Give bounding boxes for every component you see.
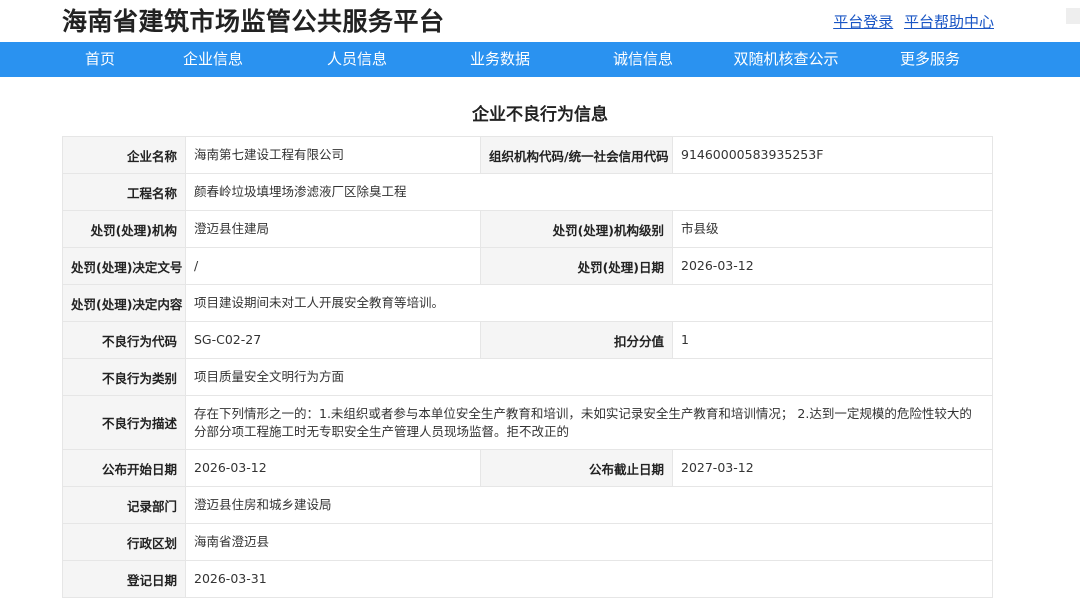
nav-item-random-inspection[interactable]: 双随机核查公示	[733, 42, 838, 77]
site-title: 海南省建筑市场监管公共服务平台	[62, 7, 445, 36]
region-value: 海南省澄迈县	[185, 523, 993, 561]
publish-start-value: 2026-03-12	[185, 449, 481, 487]
register-date-label: 登记日期	[62, 560, 186, 598]
login-link[interactable]: 平台登录	[833, 13, 893, 31]
publish-end-value: 2027-03-12	[672, 449, 993, 487]
bad-code-value: SG-C02-27	[185, 321, 481, 359]
page-title: 企业不良行为信息	[472, 105, 608, 125]
record-dept-label: 记录部门	[62, 486, 186, 524]
penalty-org-value: 澄迈县住建局	[185, 210, 481, 248]
table-row: 公布开始日期 2026-03-12 公布截止日期 2027-03-12	[62, 449, 993, 487]
register-date-value: 2026-03-31	[185, 560, 993, 598]
project-name-label: 工程名称	[62, 173, 186, 211]
table-row: 处罚(处理)决定内容 项目建设期间未对工人开展安全教育等培训。	[62, 284, 993, 322]
publish-end-label: 公布截止日期	[480, 449, 673, 487]
nav-item-home[interactable]: 首页	[85, 42, 115, 77]
header-bar: 海南省建筑市场监管公共服务平台 平台登录 平台帮助中心	[0, 0, 1080, 42]
table-row: 记录部门 澄迈县住房和城乡建设局	[62, 486, 993, 524]
deduct-score-label: 扣分分值	[480, 321, 673, 359]
table-row: 行政区划 海南省澄迈县	[62, 523, 993, 561]
publish-start-label: 公布开始日期	[62, 449, 186, 487]
nav-item-personnel-info[interactable]: 人员信息	[327, 42, 387, 77]
decision-content-label: 处罚(处理)决定内容	[62, 284, 186, 322]
scroll-corner	[1066, 8, 1080, 24]
table-row: 处罚(处理)决定文号 / 处罚(处理)日期 2026-03-12	[62, 247, 993, 285]
penalty-org-level-value: 市县级	[672, 210, 993, 248]
table-row: 登记日期 2026-03-31	[62, 560, 993, 598]
header-links: 平台登录 平台帮助中心	[827, 11, 994, 32]
deduct-score-value: 1	[672, 321, 993, 359]
table-row: 不良行为代码 SG-C02-27 扣分分值 1	[62, 321, 993, 359]
project-name-value: 颜春岭垃圾填埋场渗滤液厂区除臭工程	[185, 173, 993, 211]
penalty-org-label: 处罚(处理)机构	[62, 210, 186, 248]
help-center-link[interactable]: 平台帮助中心	[904, 13, 994, 31]
nav-item-enterprise-info[interactable]: 企业信息	[183, 42, 243, 77]
nav-item-business-data[interactable]: 业务数据	[470, 42, 530, 77]
bad-desc-label: 不良行为描述	[62, 395, 186, 450]
table-row: 不良行为类别 项目质量安全文明行为方面	[62, 358, 993, 396]
bad-category-value: 项目质量安全文明行为方面	[185, 358, 993, 396]
penalty-date-value: 2026-03-12	[672, 247, 993, 285]
penalty-org-level-label: 处罚(处理)机构级别	[480, 210, 673, 248]
org-code-label: 组织机构代码/统一社会信用代码	[480, 136, 673, 174]
bad-code-label: 不良行为代码	[62, 321, 186, 359]
nav-item-more-services[interactable]: 更多服务	[900, 42, 960, 77]
table-row: 不良行为描述 存在下列情形之一的：1.未组织或者参与本单位安全生产教育和培训，未…	[62, 395, 993, 450]
company-name-value: 海南第七建设工程有限公司	[185, 136, 481, 174]
record-dept-value: 澄迈县住房和城乡建设局	[185, 486, 993, 524]
table-row: 企业名称 海南第七建设工程有限公司 组织机构代码/统一社会信用代码 914600…	[62, 136, 993, 174]
bad-desc-value: 存在下列情形之一的：1.未组织或者参与本单位安全生产教育和培训，未如实记录安全生…	[185, 395, 993, 450]
table-row: 工程名称 颜春岭垃圾填埋场渗滤液厂区除臭工程	[62, 173, 993, 211]
region-label: 行政区划	[62, 523, 186, 561]
table-row: 处罚(处理)机构 澄迈县住建局 处罚(处理)机构级别 市县级	[62, 210, 993, 248]
decision-doc-value: /	[185, 247, 481, 285]
org-code-value: 91460000583935253F	[672, 136, 993, 174]
company-name-label: 企业名称	[62, 136, 186, 174]
nav-item-credit-info[interactable]: 诚信信息	[613, 42, 673, 77]
bad-behavior-info-table: 企业名称 海南第七建设工程有限公司 组织机构代码/统一社会信用代码 914600…	[62, 136, 993, 598]
decision-doc-label: 处罚(处理)决定文号	[62, 247, 186, 285]
main-nav: 首页 企业信息 人员信息 业务数据 诚信信息 双随机核查公示 更多服务	[0, 42, 1080, 77]
penalty-date-label: 处罚(处理)日期	[480, 247, 673, 285]
bad-category-label: 不良行为类别	[62, 358, 186, 396]
decision-content-value: 项目建设期间未对工人开展安全教育等培训。	[185, 284, 993, 322]
